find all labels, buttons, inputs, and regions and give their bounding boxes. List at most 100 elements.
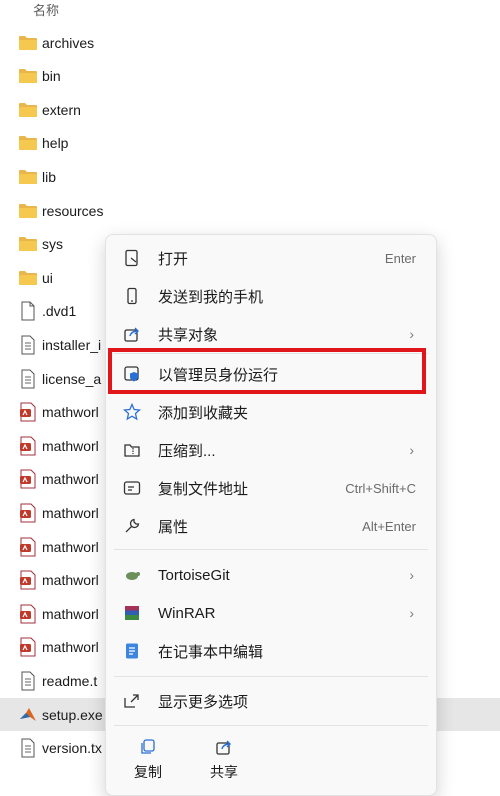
file-row[interactable]: help	[0, 127, 500, 160]
menu-item-compress-to[interactable]: 压缩到... ›	[106, 432, 436, 468]
file-name: mathworl	[42, 605, 99, 622]
file-name: mathworl	[42, 639, 99, 656]
chevron-right-icon: ›	[409, 567, 414, 583]
file-name: mathworl	[42, 504, 99, 521]
menu-item-open[interactable]: 打开 Enter	[106, 240, 436, 276]
file-name: ui	[42, 269, 53, 286]
archive-file-icon	[18, 469, 38, 489]
menu-separator	[114, 725, 428, 726]
menu-item-label: 添加到收藏夹	[158, 404, 249, 422]
folder-icon	[18, 201, 38, 221]
menu-item-shortcut: Alt+Enter	[362, 518, 416, 534]
context-menu: 打开 Enter 发送到我的手机 共享对象 › 以管理员身份运行 添加到收藏夹 …	[105, 234, 437, 796]
menu-item-label: 压缩到...	[158, 442, 216, 460]
menu-item-winrar[interactable]: WinRAR ›	[106, 595, 436, 631]
chevron-right-icon: ›	[409, 605, 414, 621]
highlight-box	[108, 348, 426, 394]
file-name: extern	[42, 101, 81, 118]
menu-item-edit-in-notepad[interactable]: 在记事本中编辑	[106, 633, 436, 669]
file-name: mathworl	[42, 572, 99, 589]
file-name: resources	[42, 202, 104, 219]
file-name: .dvd1	[42, 303, 77, 320]
folder-icon	[18, 33, 38, 53]
file-name: installer_i	[42, 336, 102, 353]
chevron-right-icon: ›	[409, 326, 414, 342]
folder-icon	[18, 100, 38, 120]
tortoisegit-icon	[122, 565, 142, 585]
folder-icon	[18, 167, 38, 187]
file-name: bin	[42, 68, 61, 85]
menu-item-label: 在记事本中编辑	[158, 643, 264, 661]
text-file-icon	[18, 369, 38, 389]
menu-item-label: 打开	[158, 250, 189, 268]
text-file-icon	[18, 335, 38, 355]
file-name: mathworl	[42, 404, 99, 421]
menu-item-label: 发送到我的手机	[158, 288, 264, 306]
menu-item-tortoisegit[interactable]: TortoiseGit ›	[106, 557, 436, 593]
archive-file-icon	[18, 637, 38, 657]
menu-item-shortcut: Ctrl+Shift+C	[345, 480, 416, 496]
file-row[interactable]: archives	[0, 26, 500, 59]
menu-item-send-to-phone[interactable]: 发送到我的手机	[106, 278, 436, 314]
notepad-icon	[122, 641, 142, 661]
menu-item-label: TortoiseGit	[158, 566, 230, 584]
winrar-icon	[122, 603, 142, 623]
menu-separator	[114, 676, 428, 677]
chevron-right-icon: ›	[409, 442, 414, 458]
share-button[interactable]: 共享	[194, 738, 254, 782]
menu-item-label: 显示更多选项	[158, 693, 249, 711]
compress-icon	[122, 440, 142, 460]
archive-file-icon	[18, 537, 38, 557]
archive-file-icon	[18, 436, 38, 456]
copy-path-icon	[122, 478, 142, 498]
file-name: sys	[42, 236, 63, 253]
menu-item-shortcut: Enter	[384, 250, 416, 266]
blank-file-icon	[18, 301, 38, 321]
folder-icon	[18, 268, 38, 288]
wrench-icon	[122, 516, 142, 536]
menu-item-label: 属性	[158, 518, 189, 536]
menu-item-copy-path[interactable]: 复制文件地址 Ctrl+Shift+C	[106, 470, 436, 506]
archive-file-icon	[18, 604, 38, 624]
menu-item-label: WinRAR	[158, 604, 216, 622]
copy-button-label: 复制	[134, 764, 162, 780]
file-row[interactable]: resources	[0, 194, 500, 227]
file-name: archives	[42, 34, 95, 51]
menu-item-properties[interactable]: 属性 Alt+Enter	[106, 508, 436, 544]
open-icon	[122, 248, 142, 268]
folder-icon	[18, 133, 38, 153]
star-icon	[122, 402, 142, 422]
archive-file-icon	[18, 570, 38, 590]
menu-separator	[114, 549, 428, 550]
phone-icon	[122, 286, 142, 306]
column-header-name[interactable]: 名称	[33, 0, 59, 19]
share-button-label: 共享	[210, 764, 238, 780]
text-file-icon	[18, 671, 38, 691]
file-name: mathworl	[42, 471, 99, 488]
menu-item-add-to-favorites[interactable]: 添加到收藏夹	[106, 394, 436, 430]
file-row[interactable]: lib	[0, 160, 500, 193]
text-file-icon	[18, 738, 38, 758]
file-name: setup.exe	[42, 706, 103, 723]
file-name: readme.t	[42, 672, 98, 689]
share-icon	[122, 324, 142, 344]
folder-icon	[18, 66, 38, 86]
menu-item-label: 共享对象	[158, 326, 219, 344]
menu-item-share-with[interactable]: 共享对象 ›	[106, 316, 436, 352]
file-row[interactable]: extern	[0, 93, 500, 126]
file-name: license_a	[42, 370, 102, 387]
archive-file-icon	[18, 402, 38, 422]
more-options-icon	[122, 691, 142, 711]
copy-button[interactable]: 复制	[118, 738, 178, 782]
file-row[interactable]: bin	[0, 60, 500, 93]
file-name: lib	[42, 168, 57, 185]
copy-icon	[118, 738, 178, 760]
matlab-setup-icon	[18, 705, 38, 725]
file-name: help	[42, 135, 69, 152]
menu-item-show-more-options[interactable]: 显示更多选项	[106, 683, 436, 719]
file-name: version.tx	[42, 740, 102, 757]
file-name: mathworl	[42, 538, 99, 555]
file-name: mathworl	[42, 437, 99, 454]
share-icon	[194, 738, 254, 760]
folder-icon	[18, 234, 38, 254]
